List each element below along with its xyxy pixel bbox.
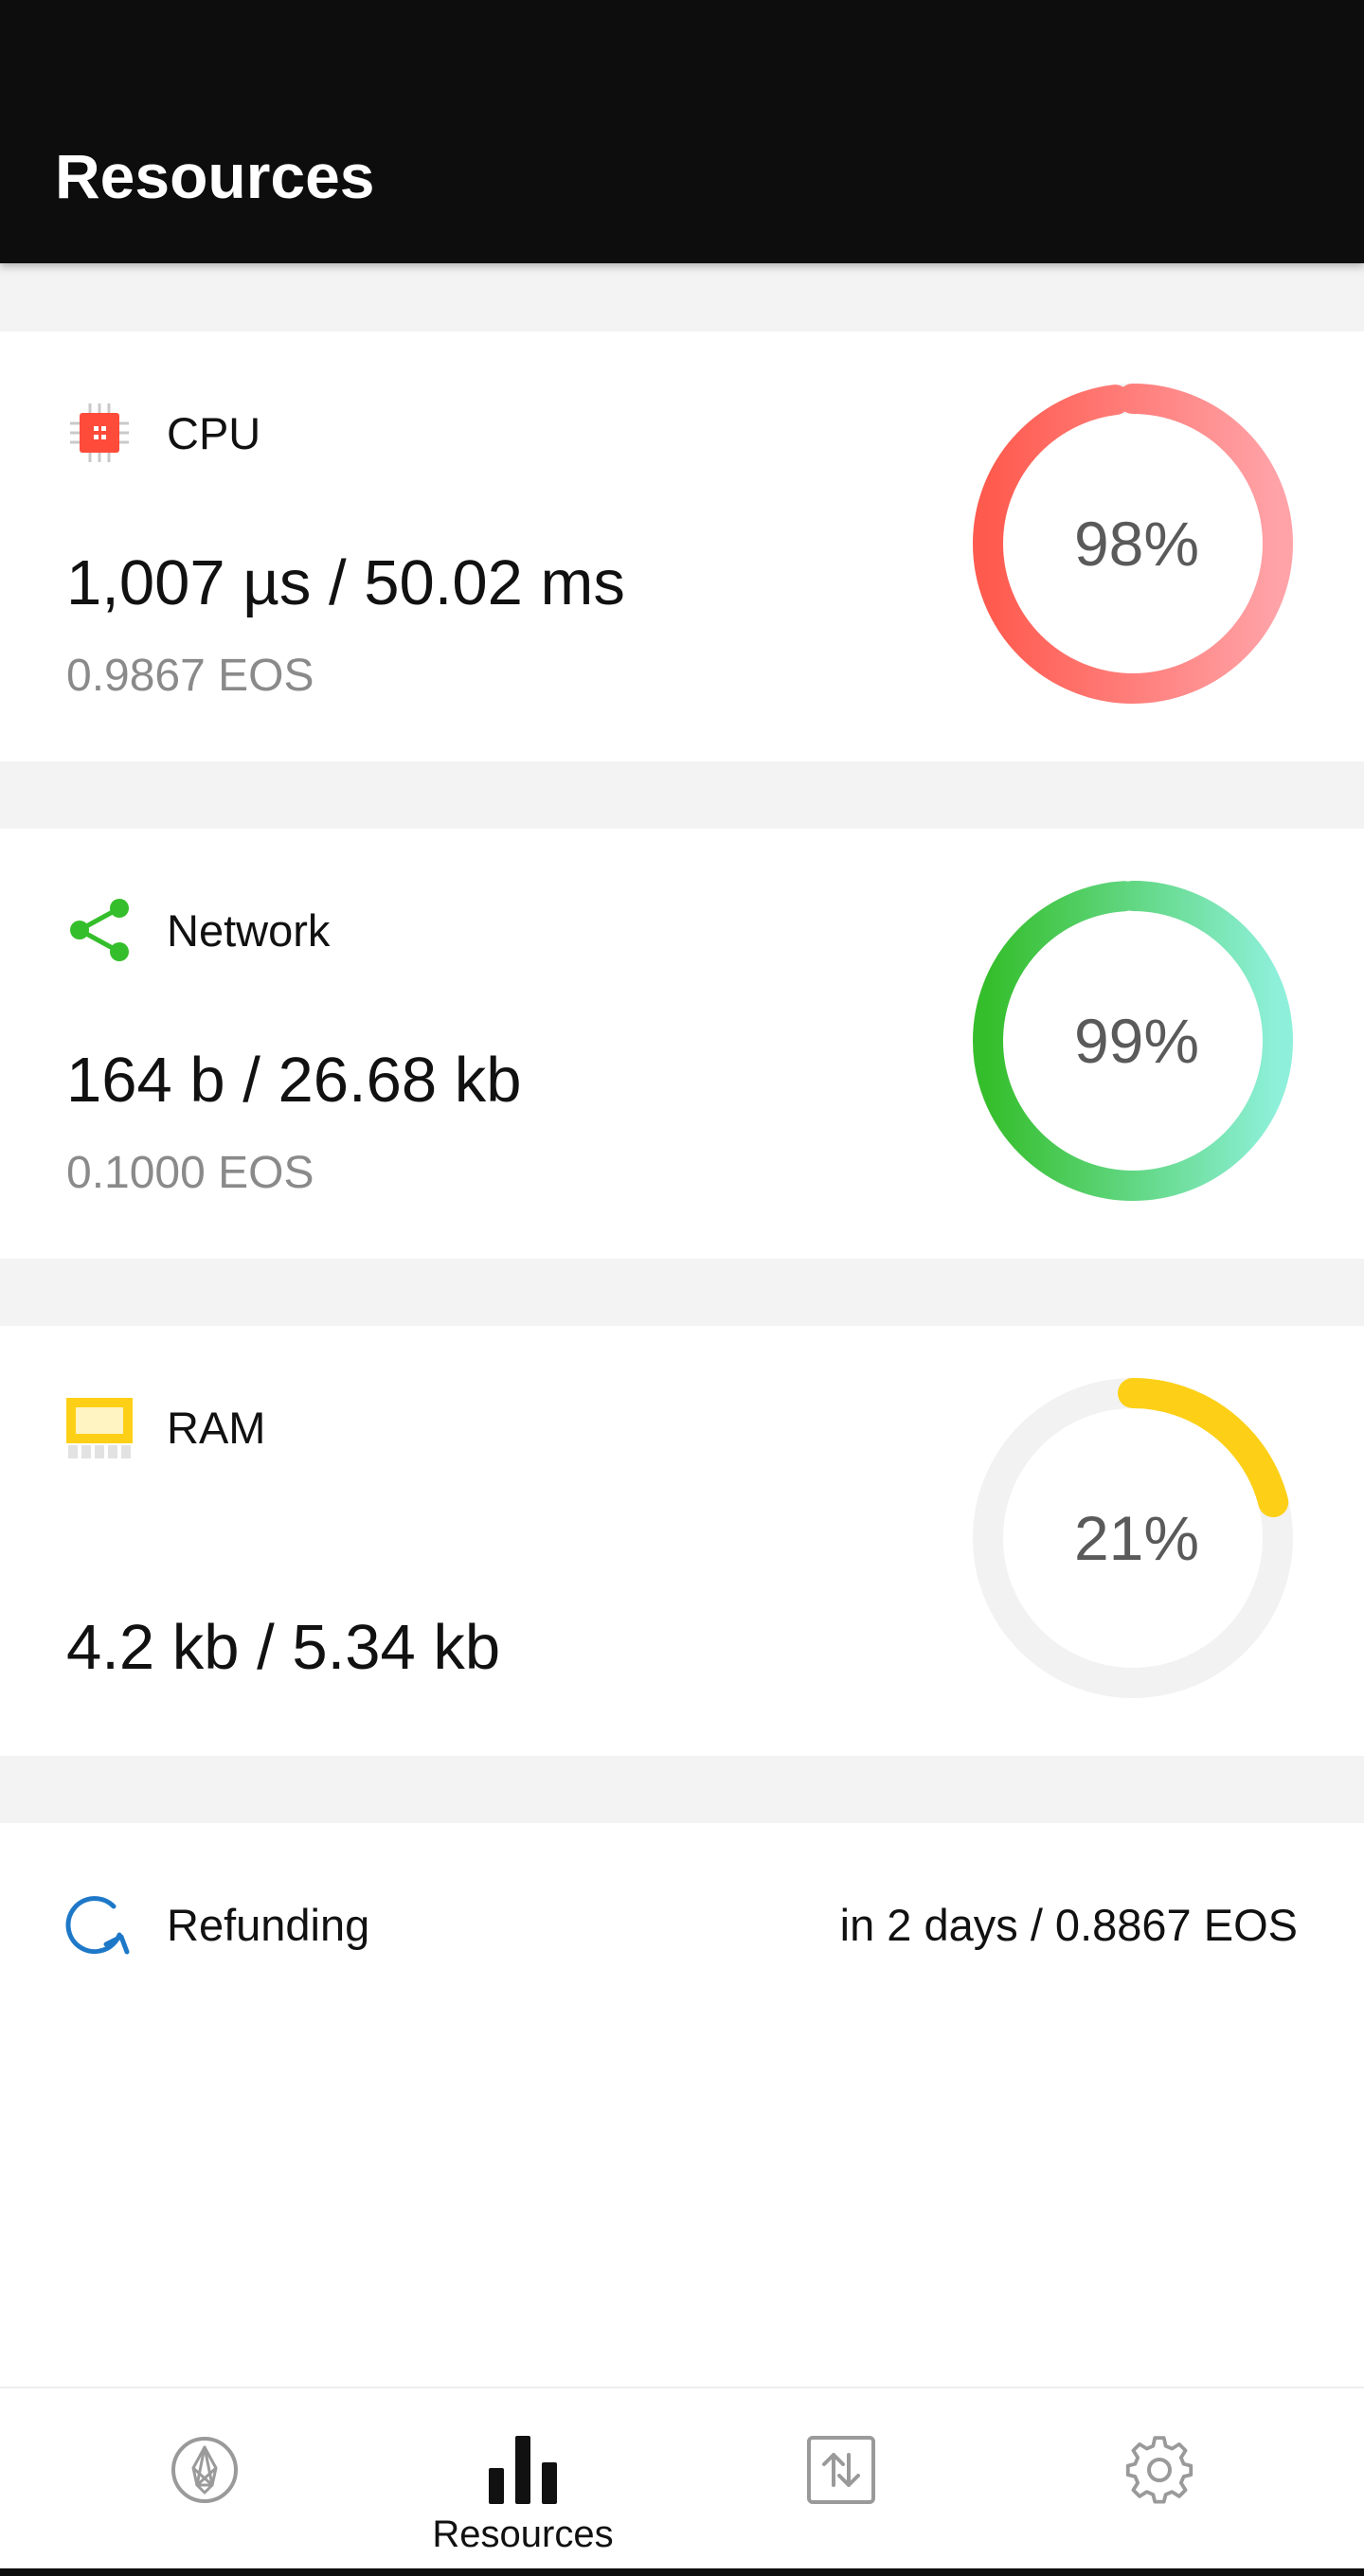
nav-resources-label: Resources	[432, 2513, 614, 2555]
ram-gauge: 21%	[970, 1375, 1296, 1701]
share-network-icon	[70, 899, 129, 961]
network-staked-eos: 0.1000 EOS	[66, 1148, 314, 1198]
nav-transfer[interactable]	[671, 2388, 1012, 2576]
ram-card[interactable]: RAM 4.2 kb / 5.34 kb 21%	[0, 1326, 1364, 1756]
eos-logo-icon	[171, 2437, 238, 2503]
cpu-card[interactable]: CPU 1,007 µs / 50.02 ms 0.9867 EOS 98%	[0, 331, 1364, 761]
refunding-value: in 2 days / 0.8867 EOS	[839, 1900, 1298, 1950]
cpu-chip-icon	[70, 403, 129, 462]
bar-chart-icon	[489, 2436, 557, 2504]
cpu-percent: 98%	[1073, 509, 1200, 579]
ram-percent: 21%	[1073, 1503, 1200, 1573]
network-usage: 164 b / 26.68 kb	[66, 1045, 522, 1116]
refresh-icon	[65, 1896, 130, 1955]
network-percent: 99%	[1073, 1006, 1200, 1076]
cpu-staked-eos: 0.9867 EOS	[66, 651, 314, 701]
bottom-navigation: Resources	[0, 2387, 1364, 2576]
nav-resources[interactable]: Resources	[352, 2388, 693, 2576]
nav-wallet[interactable]	[34, 2388, 375, 2576]
transfer-arrows-icon	[807, 2436, 875, 2504]
network-label: Network	[167, 905, 331, 956]
refunding-card[interactable]: Refunding in 2 days / 0.8867 EOS	[0, 1823, 1364, 2387]
network-gauge: 99%	[970, 878, 1296, 1204]
cpu-label: CPU	[167, 408, 261, 458]
page-title: Resources	[55, 141, 375, 211]
nav-settings[interactable]	[989, 2388, 1330, 2576]
ram-memory-icon	[66, 1398, 133, 1458]
ram-label: RAM	[167, 1403, 266, 1453]
cpu-gauge: 98%	[970, 381, 1296, 707]
ram-usage: 4.2 kb / 5.34 kb	[66, 1612, 501, 1683]
refunding-label: Refunding	[167, 1900, 370, 1950]
app-bar: Resources	[0, 0, 1364, 263]
cpu-usage: 1,007 µs / 50.02 ms	[66, 547, 625, 618]
network-card[interactable]: Network 164 b / 26.68 kb 0.1000 EOS 99%	[0, 829, 1364, 1259]
system-nav-strip	[0, 2568, 1364, 2576]
gear-icon	[1125, 2436, 1194, 2504]
